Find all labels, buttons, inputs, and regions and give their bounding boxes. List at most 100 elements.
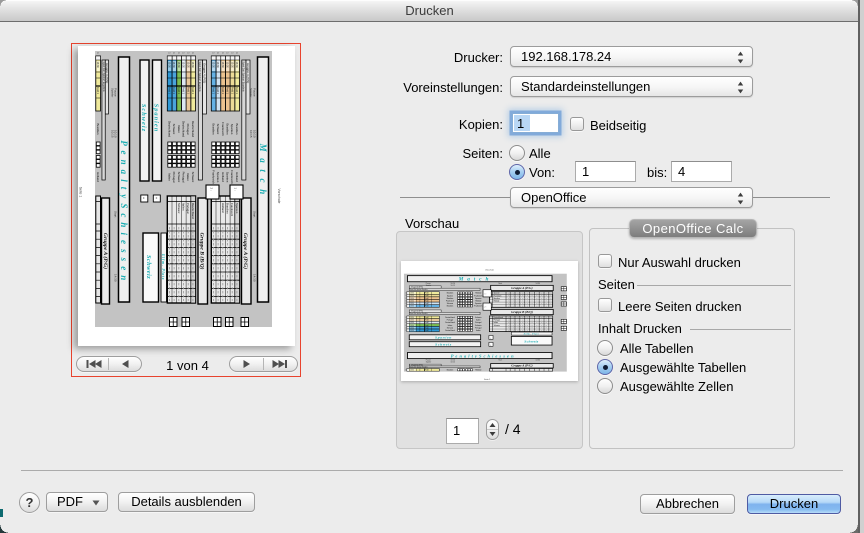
svg-text:Brasilien: Brasilien (96, 123, 100, 134)
svg-text:Schweiz: Schweiz (145, 255, 152, 279)
svg-text:14:30: 14:30 (536, 360, 540, 362)
svg-text:Gruppe B (B/Q): Gruppe B (B/Q) (199, 233, 206, 270)
svg-text:2 :: 2 : (210, 188, 214, 192)
svg-text:13:30: 13:30 (172, 62, 175, 69)
svg-text:Gruppe A (P/S): Gruppe A (P/S) (202, 63, 206, 83)
svg-text:Feld 1: Feld 1 (221, 87, 224, 95)
svg-text:Italien: Italien (186, 173, 190, 181)
svg-text:14:30: 14:30 (253, 274, 257, 282)
svg-text:+: + (142, 197, 146, 199)
svg-text:14:30: 14:30 (536, 283, 540, 285)
svg-text:13:30: 13:30 (221, 62, 224, 69)
svg-text:Start: Start (253, 211, 257, 218)
svg-text:Feld 1: Feld 1 (226, 87, 229, 95)
svg-text:Vorschale: Vorschale (277, 189, 281, 204)
svg-text:13:30: 13:30 (191, 62, 194, 69)
svg-text:13:30: 13:30 (96, 62, 99, 69)
svg-text:Gruppe A (P/S): Gruppe A (P/S) (246, 63, 250, 83)
svg-text:Feld 1: Feld 1 (186, 87, 189, 95)
svg-text:Holland: Holland (235, 172, 239, 182)
svg-text:Feld 1: Feld 1 (191, 87, 194, 95)
svg-text:Portugal: Portugal (186, 203, 190, 214)
svg-text:Gruppe A (P/G): Gruppe A (P/G) (511, 364, 532, 368)
svg-text:Schweiz: Schweiz (177, 172, 181, 183)
svg-text:Spiel Zeit Spielort: Spiel Zeit Spielort Ergebnis (198, 62, 201, 93)
svg-text:Deutschland: Deutschland (191, 121, 195, 137)
svg-text:Schweiz: Schweiz (191, 172, 195, 183)
svg-text:13:30: 13:30 (177, 62, 180, 69)
svg-text:Frankreich: Frankreich (230, 170, 234, 184)
svg-text:13:30: 13:30 (216, 62, 219, 69)
svg-text:10:15: 10:15 (110, 130, 114, 138)
svg-text:Feld 1: Feld 1 (96, 87, 99, 95)
svg-text:13:30: 13:30 (168, 62, 171, 69)
svg-text:Spanien: Spanien (216, 172, 220, 183)
svg-text:M a t c h: M a t c h (258, 143, 268, 197)
svg-text:Holland: Holland (96, 172, 100, 182)
svg-text:Portugal: Portugal (172, 172, 176, 183)
svg-text:Start: Start (498, 282, 502, 285)
svg-text:Feld 1: Feld 1 (172, 87, 175, 95)
svg-text:Frankreich: Frankreich (230, 203, 234, 217)
svg-text:13:30: 13:30 (186, 62, 189, 69)
svg-text:Portugal: Portugal (186, 124, 190, 135)
svg-text:Spieler: Spieler (426, 361, 432, 364)
svg-text:+: + (154, 197, 158, 199)
svg-text:Spiel Zeit Spielort: Spiel Zeit Spielort Ergebnis (242, 62, 245, 93)
svg-text:Gruppe A (P/G): Gruppe A (P/G) (102, 233, 109, 269)
svg-text:Italien: Italien (177, 125, 181, 133)
svg-text:Gruppe A (P/G): Gruppe A (P/G) (511, 286, 532, 290)
svg-text:Brasilien: Brasilien (226, 203, 230, 214)
svg-text:Deutschland: Deutschland (191, 203, 195, 219)
svg-text:Italien: Italien (167, 173, 171, 181)
svg-text:Feld 1: Feld 1 (168, 87, 171, 95)
svg-text:Vorschale: Vorschale (485, 269, 494, 271)
svg-text:Seite 1: Seite 1 (79, 187, 83, 198)
svg-text:14:30: 14:30 (114, 274, 118, 282)
svg-text:Start: Start (498, 359, 502, 362)
svg-text:13:30: 13:30 (235, 62, 238, 69)
svg-text:Deutschland: Deutschland (167, 121, 171, 137)
svg-text:Frankreich: Frankreich (221, 122, 225, 136)
svg-text:13:30: 13:30 (226, 62, 229, 69)
svg-text:Gruppe A (P/G): Gruppe A (P/G) (242, 233, 249, 269)
svg-text:Schweiz: Schweiz (216, 124, 220, 135)
svg-text:13:30: 13:30 (182, 62, 185, 69)
svg-text:1 :: 1 : (234, 188, 238, 192)
svg-text:Spanien: Spanien (153, 104, 160, 133)
svg-text:Spanien: Spanien (226, 172, 230, 183)
svg-text:Schweiz: Schweiz (177, 203, 181, 214)
svg-text:Feld 1: Feld 1 (177, 87, 180, 95)
svg-text:Elfm. Platz: Elfm. Platz (523, 333, 539, 336)
svg-text:P e n a l t y S c h i e s s: P e n a l t y S c h i e s s e n (451, 353, 514, 358)
svg-text:13:30: 13:30 (230, 62, 233, 69)
svg-text:Brasilien: Brasilien (211, 123, 215, 134)
svg-text:M a t c h: M a t c h (458, 277, 490, 283)
svg-text:Holland: Holland (221, 172, 225, 182)
svg-text:Schweiz: Schweiz (524, 340, 539, 344)
svg-text:10:15: 10:15 (451, 285, 455, 287)
svg-text:Feld 1: Feld 1 (212, 87, 215, 95)
svg-text:Gruppe B (B/Q): Gruppe B (B/Q) (511, 310, 533, 314)
svg-text:10:15: 10:15 (249, 130, 253, 138)
svg-text:Spanien: Spanien (435, 336, 452, 340)
svg-text:Feld 1: Feld 1 (230, 87, 233, 95)
svg-text:Portugal: Portugal (182, 172, 186, 183)
svg-text:Spanien: Spanien (230, 124, 234, 135)
svg-text:Elfm. Platz: Elfm. Platz (161, 253, 165, 280)
svg-text:Brasilien: Brasilien (226, 123, 230, 134)
svg-text:Schweiz: Schweiz (140, 104, 147, 132)
svg-text:Spiel Zeit Spielort: Spiel Zeit Spielort Ergebnis (102, 62, 105, 93)
svg-text:Feld 1: Feld 1 (235, 87, 238, 95)
svg-text:Schweiz: Schweiz (435, 343, 452, 347)
svg-text:10:15: 10:15 (451, 362, 455, 364)
svg-text:P e n a l t y S c h i e s s: P e n a l t y S c h i e s s e n (119, 140, 129, 281)
svg-text:Start: Start (114, 211, 118, 218)
svg-text:Frankreich: Frankreich (211, 170, 215, 184)
svg-text:Feld 1: Feld 1 (216, 87, 219, 95)
svg-text:Schweiz: Schweiz (172, 124, 176, 135)
svg-text:Feld 1: Feld 1 (182, 87, 185, 95)
svg-text:13:30: 13:30 (212, 62, 215, 69)
svg-text:Spieler: Spieler (110, 88, 114, 97)
svg-text:Brasilien: Brasilien (235, 123, 239, 134)
